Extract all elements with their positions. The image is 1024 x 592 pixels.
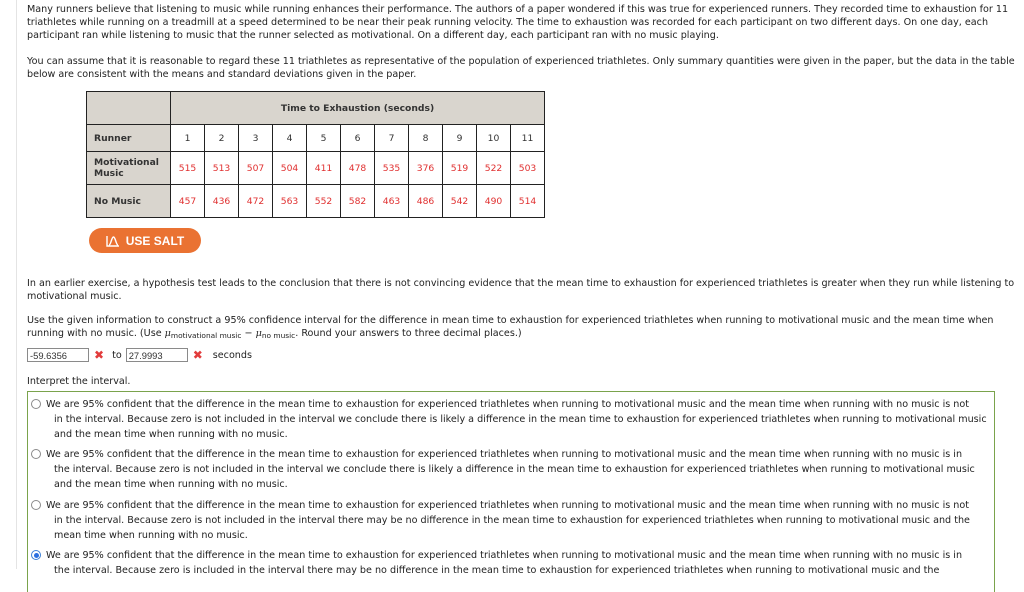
lower-bound-input[interactable] xyxy=(27,348,89,362)
subscript-motivational: motivational music xyxy=(170,331,242,340)
table-row-motivational-music: Motivational Music 515 513 507 504 411 4… xyxy=(86,151,545,185)
to-label: to xyxy=(112,349,122,361)
subscript-no-music: no music xyxy=(261,331,296,340)
upper-bound-input[interactable] xyxy=(125,348,188,362)
use-salt-label: USE SALT xyxy=(125,233,185,248)
table-cell: 535 xyxy=(374,151,409,185)
choice-line: We are 95% confident that the difference… xyxy=(46,399,969,410)
use-salt-button[interactable]: USE SALT xyxy=(89,228,201,253)
table-cell: 515 xyxy=(170,151,205,185)
intro-paragraph-1: Many runners believe that listening to m… xyxy=(27,4,1009,41)
table-cell: 563 xyxy=(272,184,307,218)
runner-number: 5 xyxy=(306,124,341,152)
runner-number: 4 xyxy=(272,124,307,152)
table-cell: 513 xyxy=(204,151,239,185)
runner-number: 6 xyxy=(340,124,375,152)
table-cell: 542 xyxy=(442,184,477,218)
salt-curve-icon xyxy=(106,235,119,247)
choice-text: We are 95% confident that the difference… xyxy=(46,548,989,578)
choice-text: We are 95% confident that the difference… xyxy=(46,447,989,492)
runner-number: 7 xyxy=(374,124,409,152)
confidence-interval-answer: ✖ to ✖ seconds xyxy=(27,348,252,362)
radio-button[interactable] xyxy=(31,399,41,409)
row-header-motivational-music: Motivational Music xyxy=(86,151,171,185)
table-cell: 582 xyxy=(340,184,375,218)
table-cell: 514 xyxy=(510,184,545,218)
table-cell: 457 xyxy=(170,184,205,218)
choice-text: We are 95% confident that the difference… xyxy=(46,397,989,442)
row-header-line: Music xyxy=(94,168,124,179)
radio-button[interactable] xyxy=(31,500,41,510)
table-cell: 463 xyxy=(374,184,409,218)
choice-line: We are 95% confident that the difference… xyxy=(46,500,969,511)
question-instructions: Use the given information to construct a… xyxy=(27,314,1017,342)
table-group-header-row: Time to Exhaustion (seconds) xyxy=(86,91,545,125)
table-row-no-music: No Music 457 436 472 563 552 582 463 486… xyxy=(86,184,545,218)
choice-continuation: in the interval. Because zero is not inc… xyxy=(54,414,987,440)
choice-continuation: the interval. Because zero is included i… xyxy=(54,565,940,576)
table-cell: 522 xyxy=(476,151,511,185)
table-cell: 486 xyxy=(408,184,443,218)
table-group-header: Time to Exhaustion (seconds) xyxy=(170,91,545,125)
table-corner-cell xyxy=(86,91,171,125)
incorrect-x-icon: ✖ xyxy=(192,348,203,362)
table-cell: 504 xyxy=(272,151,307,185)
radio-button[interactable] xyxy=(31,449,41,459)
row-header-no-music: No Music xyxy=(86,184,171,218)
choice-line: We are 95% confident that the difference… xyxy=(46,449,963,460)
row-header-line: Motivational xyxy=(94,157,159,168)
runner-number: 3 xyxy=(238,124,273,152)
choice-text: We are 95% confident that the difference… xyxy=(46,498,989,543)
runner-number: 8 xyxy=(408,124,443,152)
left-margin-rule xyxy=(16,0,17,569)
choice-option-3[interactable]: We are 95% confident that the difference… xyxy=(31,498,989,543)
table-cell: 507 xyxy=(238,151,273,185)
runner-number: 2 xyxy=(204,124,239,152)
choice-option-4[interactable]: We are 95% confident that the difference… xyxy=(31,548,989,578)
runner-number: 9 xyxy=(442,124,477,152)
table-cell: 436 xyxy=(204,184,239,218)
intro-paragraph-2: You can assume that it is reasonable to … xyxy=(27,56,1015,80)
table-cell: 411 xyxy=(306,151,341,185)
table-row-runner: Runner 1 2 3 4 5 6 7 8 9 10 11 xyxy=(86,124,545,152)
interpretation-choices: We are 95% confident that the difference… xyxy=(27,391,995,592)
table-cell: 376 xyxy=(408,151,443,185)
table-cell: 478 xyxy=(340,151,375,185)
choice-line: We are 95% confident that the difference… xyxy=(46,550,963,561)
interpret-prompt: Interpret the interval. xyxy=(27,376,131,387)
incorrect-x-icon: ✖ xyxy=(94,348,105,362)
table-cell: 472 xyxy=(238,184,273,218)
choice-option-1[interactable]: We are 95% confident that the difference… xyxy=(31,397,989,442)
choice-continuation: in the interval. Because zero is not inc… xyxy=(54,515,970,541)
instruction-text: . Round your answers to three decimal pl… xyxy=(295,328,522,339)
table-cell: 503 xyxy=(510,151,545,185)
question-context: In an earlier exercise, a hypothesis tes… xyxy=(27,278,1015,302)
runner-number: 1 xyxy=(170,124,205,152)
choice-continuation: the interval. Because zero is not includ… xyxy=(54,464,975,490)
units-label: seconds xyxy=(212,349,252,361)
choice-option-2[interactable]: We are 95% confident that the difference… xyxy=(31,447,989,492)
table-cell: 519 xyxy=(442,151,477,185)
table-cell: 552 xyxy=(306,184,341,218)
runner-number: 11 xyxy=(510,124,545,152)
row-header-runner: Runner xyxy=(86,124,171,152)
runner-number: 10 xyxy=(476,124,511,152)
time-to-exhaustion-table: Time to Exhaustion (seconds) Runner 1 2 … xyxy=(86,91,545,218)
table-cell: 490 xyxy=(476,184,511,218)
radio-button-selected[interactable] xyxy=(31,550,41,560)
minus-sign: − xyxy=(241,328,256,339)
